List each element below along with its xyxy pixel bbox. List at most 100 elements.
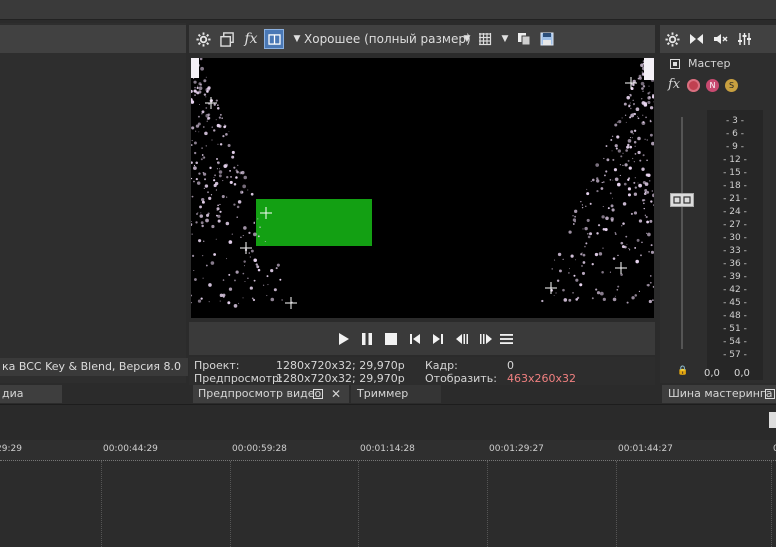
sparkle bbox=[201, 224, 204, 228]
sparkle bbox=[227, 143, 231, 148]
fx-icon[interactable]: fx bbox=[241, 29, 261, 49]
tab-trimmer[interactable]: Триммер bbox=[351, 385, 441, 403]
undock-icon[interactable] bbox=[313, 389, 323, 399]
copy-icon[interactable] bbox=[514, 29, 534, 49]
close-icon[interactable]: ✕ bbox=[331, 385, 341, 403]
sparkle bbox=[570, 254, 574, 258]
sparkle bbox=[585, 242, 588, 245]
quality-dropdown-icon[interactable]: ▼ bbox=[457, 29, 477, 49]
meter-tick: - 42 - bbox=[723, 285, 747, 295]
fader-handle[interactable] bbox=[670, 193, 694, 207]
meter-tick: - 33 - bbox=[723, 246, 747, 256]
sparkle bbox=[609, 192, 612, 195]
effect-plugin-icon[interactable] bbox=[687, 79, 700, 92]
sparkle bbox=[228, 273, 231, 276]
sparkle bbox=[203, 240, 205, 242]
sparkle bbox=[629, 249, 631, 251]
sparkle bbox=[612, 158, 615, 161]
sparkle bbox=[201, 110, 205, 114]
sparkle bbox=[234, 279, 236, 282]
sparkle bbox=[205, 264, 208, 267]
grid-dropdown-icon[interactable]: ▼ bbox=[495, 29, 515, 49]
tab-media[interactable]: диа bbox=[0, 385, 62, 403]
gear-icon[interactable] bbox=[193, 29, 213, 49]
sparkle bbox=[197, 85, 199, 87]
timeline-ruler[interactable]: 29:29 00:00:44:29 00:00:59:28 00:01:14:28 00… bbox=[0, 440, 776, 461]
sparkle bbox=[218, 170, 223, 174]
quality-select[interactable]: Хорошее (полный размер) bbox=[304, 32, 471, 46]
sparkle bbox=[208, 196, 212, 200]
sparkle bbox=[630, 130, 634, 134]
sparkle bbox=[205, 96, 207, 98]
tab-video-preview[interactable]: Предпросмотр видео ✕ bbox=[193, 385, 349, 403]
left-panel bbox=[0, 23, 186, 383]
sparkle bbox=[229, 180, 233, 184]
sparkle bbox=[614, 233, 617, 235]
sparkle bbox=[643, 103, 647, 107]
sparkle bbox=[222, 279, 225, 281]
sparkle bbox=[235, 176, 238, 179]
level-left-value: 0,0 bbox=[704, 368, 720, 379]
sparkle bbox=[635, 259, 639, 264]
pause-icon[interactable] bbox=[359, 331, 375, 347]
play-icon[interactable] bbox=[336, 331, 352, 347]
sparkle bbox=[642, 90, 644, 92]
next-frame-icon[interactable] bbox=[478, 331, 494, 347]
noise-plugin-icon[interactable]: N bbox=[706, 79, 719, 92]
sparkle bbox=[649, 106, 654, 110]
lock-icon[interactable]: 🔒 bbox=[677, 366, 688, 376]
sound-plugin-icon[interactable]: S bbox=[725, 79, 738, 92]
sparkle bbox=[626, 301, 629, 304]
sparkle bbox=[625, 149, 628, 152]
previous-frame-icon[interactable] bbox=[454, 331, 470, 347]
go-to-start-icon[interactable] bbox=[407, 331, 423, 347]
sparkle bbox=[194, 86, 196, 89]
sparkle bbox=[598, 252, 603, 256]
sparkle bbox=[204, 178, 207, 181]
master-undock-icon[interactable] bbox=[765, 389, 775, 399]
sparkle bbox=[214, 174, 217, 177]
meter-tick: - 21 - bbox=[723, 194, 747, 204]
sparkle bbox=[601, 215, 605, 219]
sparkle bbox=[568, 298, 572, 302]
sparkle bbox=[574, 209, 578, 213]
sparkle bbox=[631, 137, 633, 139]
mixer-fx-icon[interactable]: fx bbox=[668, 77, 680, 92]
sparkle bbox=[554, 259, 556, 261]
sparkle bbox=[633, 140, 637, 144]
sparkle bbox=[581, 265, 583, 267]
sparkle bbox=[195, 161, 198, 165]
grid-icon[interactable] bbox=[475, 29, 495, 49]
sparkle bbox=[633, 112, 636, 116]
mute-speaker-icon[interactable] bbox=[710, 29, 730, 49]
downmix-icon[interactable] bbox=[686, 29, 706, 49]
sparkle bbox=[201, 200, 205, 204]
sparkle bbox=[216, 106, 220, 110]
sparkle bbox=[250, 192, 254, 196]
copy-frame-icon[interactable] bbox=[217, 29, 237, 49]
sparkle bbox=[632, 113, 634, 115]
split-screen-icon[interactable] bbox=[264, 29, 284, 49]
sparkle bbox=[647, 100, 651, 105]
go-to-end-icon[interactable] bbox=[430, 331, 446, 347]
sparkle bbox=[642, 154, 645, 157]
sparkle bbox=[213, 103, 216, 106]
mixer-gear-icon[interactable] bbox=[662, 29, 682, 49]
sparkle bbox=[647, 232, 651, 237]
sparkle bbox=[213, 183, 217, 188]
sparkle bbox=[193, 80, 197, 84]
sparkle bbox=[551, 268, 553, 270]
mixer-faders-icon[interactable] bbox=[734, 29, 754, 49]
sparkle bbox=[215, 119, 217, 121]
menu-icon[interactable] bbox=[498, 331, 514, 347]
timeline-tracks[interactable] bbox=[0, 461, 776, 547]
tab-master-bus[interactable]: Шина мастеринга bbox=[662, 385, 776, 403]
sparkle bbox=[637, 182, 639, 184]
sparkle bbox=[227, 301, 231, 305]
meter-tick: - 48 - bbox=[723, 311, 747, 321]
timeline-marker-icon[interactable] bbox=[769, 412, 776, 428]
save-icon[interactable] bbox=[537, 29, 557, 49]
sparkle bbox=[622, 164, 624, 167]
stop-icon[interactable] bbox=[383, 331, 399, 347]
sparkle bbox=[646, 159, 648, 162]
